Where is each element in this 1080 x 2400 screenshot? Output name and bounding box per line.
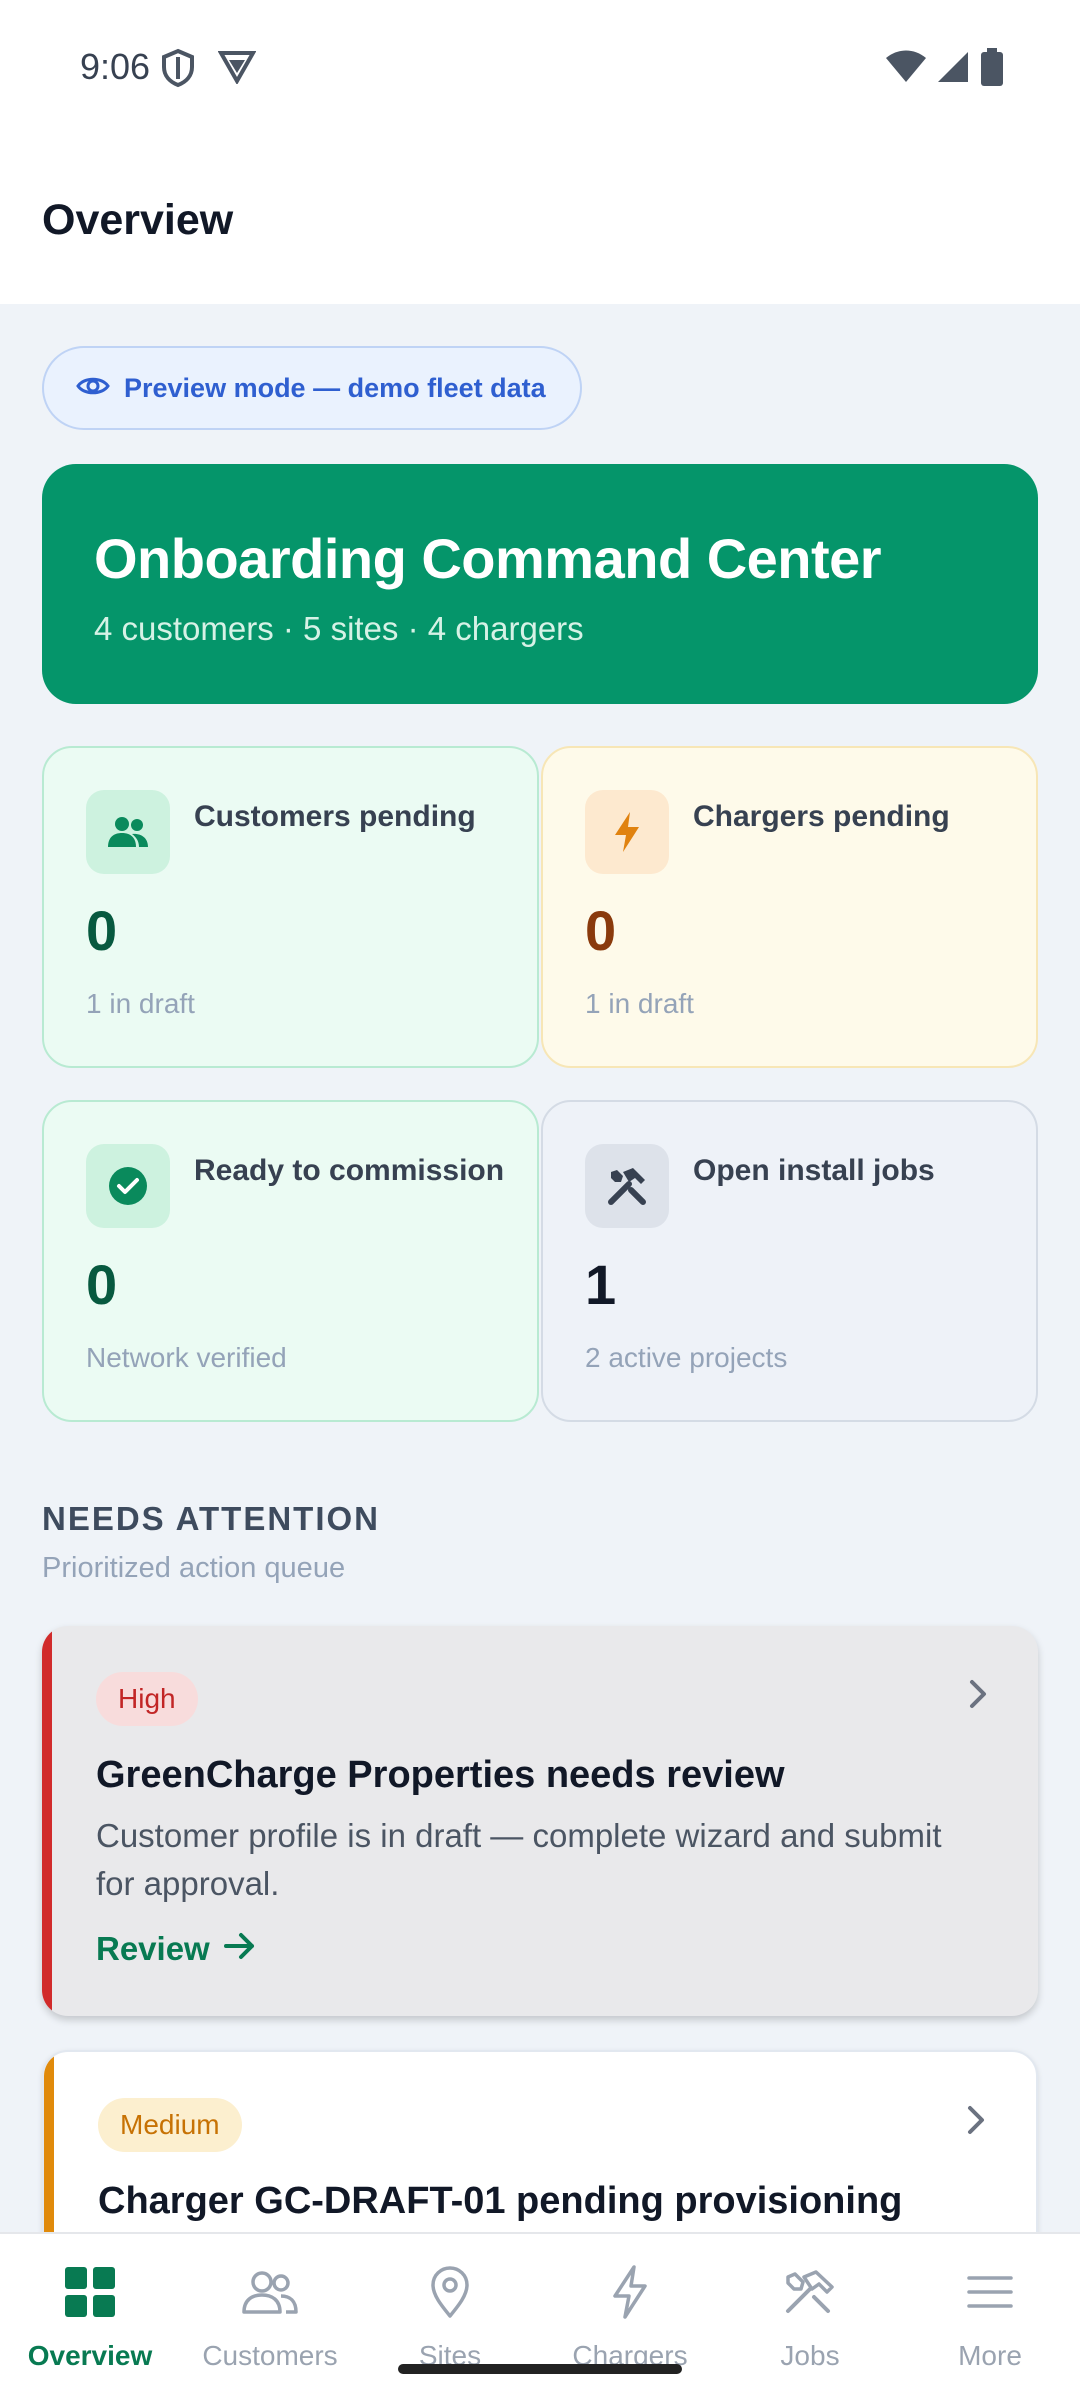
vpn-icon — [217, 48, 257, 93]
attention-title: GreenCharge Properties needs review — [96, 1754, 785, 1796]
page-title: Overview — [42, 196, 234, 244]
stat-card-chargers-pending[interactable]: Chargers pending 0 1 in draft — [541, 746, 1038, 1068]
nav-label: Overview — [27, 2340, 153, 2371]
priority-stripe — [44, 2052, 54, 2232]
stat-label: Customers pending — [194, 800, 476, 833]
attention-title: Charger GC-DRAFT-01 pending provisioning — [98, 2180, 903, 2222]
wifi-icon — [886, 50, 926, 89]
stat-note: Network verified — [86, 1342, 287, 1373]
priority-badge: Medium — [98, 2098, 242, 2152]
stat-label: Ready to commission — [194, 1154, 505, 1187]
nav-item-sites[interactable]: Sites — [360, 2234, 540, 2400]
nav-item-jobs[interactable]: Jobs — [720, 2234, 900, 2400]
section-title: NEEDS ATTENTION — [42, 1500, 381, 1537]
app-header: Overview — [0, 136, 1080, 304]
nav-label: More — [958, 2340, 1022, 2371]
gesture-handle[interactable] — [398, 2364, 682, 2374]
hero-title: Onboarding Command Center — [94, 527, 882, 590]
stat-card-open-install-jobs[interactable]: Open install jobs 1 2 active projects — [541, 1100, 1038, 1422]
preview-mode-label: Preview mode — demo fleet data — [124, 372, 546, 403]
nav-item-overview[interactable]: Overview — [0, 2234, 180, 2400]
review-button[interactable]: Review — [96, 1930, 256, 1968]
bottom-nav: Overview Customers Sites Chargers Jobs M… — [0, 2232, 1080, 2400]
shield-icon — [160, 48, 196, 93]
bolt-icon — [585, 790, 669, 874]
stat-note: 1 in draft — [86, 988, 195, 1019]
nav-label: Customers — [202, 2340, 338, 2371]
nav-label: Jobs — [780, 2340, 840, 2371]
stat-label: Chargers pending — [693, 800, 950, 833]
stat-label: Open install jobs — [693, 1154, 935, 1187]
nav-item-more[interactable]: More — [900, 2234, 1080, 2400]
menu-icon — [960, 2262, 1020, 2322]
check-circle-icon — [86, 1144, 170, 1228]
nav-item-customers[interactable]: Customers — [180, 2234, 360, 2400]
hero-card: Onboarding Command Center 4 customers · … — [42, 464, 1038, 704]
priority-stripe — [42, 1626, 52, 2016]
status-right-icons — [886, 48, 1004, 91]
nav-item-chargers[interactable]: Chargers — [540, 2234, 720, 2400]
users-icon — [240, 2262, 300, 2322]
stat-card-ready-to-commission[interactable]: Ready to commission 0 Network verified — [42, 1100, 539, 1422]
stat-note: 1 in draft — [585, 988, 694, 1019]
attention-card-medium[interactable]: Medium Charger GC-DRAFT-01 pending provi… — [42, 2050, 1038, 2232]
chevron-right-icon[interactable] — [966, 2104, 986, 2141]
chevron-right-icon[interactable] — [968, 1678, 988, 1715]
tools-icon — [585, 1144, 669, 1228]
stat-card-customers-pending[interactable]: Customers pending 0 1 in draft — [42, 746, 539, 1068]
signal-icon — [936, 50, 970, 89]
stat-value: 1 — [585, 1253, 617, 1316]
main-content[interactable]: Preview mode — demo fleet data Onboardin… — [0, 304, 1080, 2232]
arrow-right-icon — [223, 1930, 256, 1968]
bolt-icon — [600, 2262, 660, 2322]
eye-icon — [76, 374, 110, 403]
stat-value: 0 — [86, 899, 118, 962]
map-pin-icon — [420, 2262, 480, 2322]
review-label: Review — [96, 1930, 210, 1967]
status-left-icons — [160, 48, 257, 93]
attention-card-high[interactable]: High GreenCharge Properties needs review… — [42, 1626, 1038, 2016]
battery-icon — [980, 48, 1004, 91]
tools-icon — [780, 2262, 840, 2322]
stat-value: 0 — [585, 899, 617, 962]
preview-mode-banner: Preview mode — demo fleet data — [42, 346, 582, 430]
attention-description: Customer profile is in draft — complete … — [96, 1817, 942, 1902]
users-icon — [86, 790, 170, 874]
section-subtitle: Prioritized action queue — [42, 1552, 346, 1584]
hero-subtitle: 4 customers · 5 sites · 4 chargers — [94, 610, 584, 647]
grid-icon — [60, 2262, 120, 2322]
status-bar: 9:06 — [0, 0, 1080, 136]
priority-badge: High — [96, 1672, 198, 1726]
stat-note: 2 active projects — [585, 1342, 788, 1373]
stat-value: 0 — [86, 1253, 118, 1316]
status-time: 9:06 — [80, 46, 151, 87]
